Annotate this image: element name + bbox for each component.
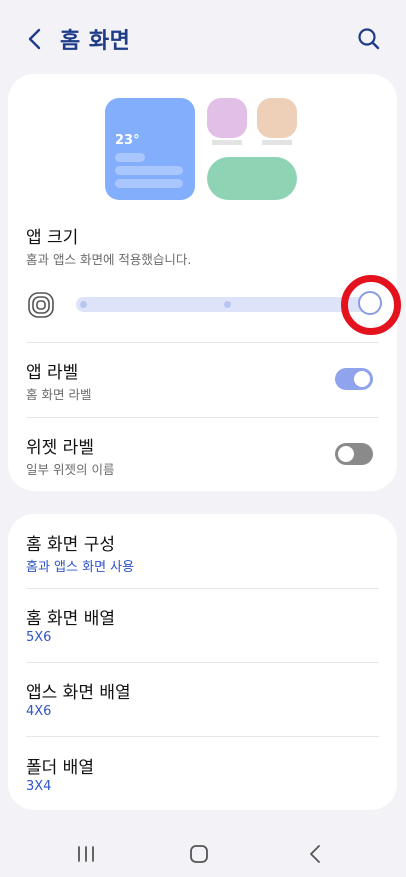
highlight-circle (341, 275, 401, 335)
divider (26, 588, 379, 589)
app-header: 홈 화면 (0, 0, 406, 78)
home-icon (190, 845, 208, 863)
preview-app-label (262, 140, 292, 145)
settings-item-title: 홈 화면 배열 (26, 609, 116, 629)
preview-temperature: 23° (115, 133, 140, 148)
app-size-icon (28, 292, 54, 318)
toggle-knob (354, 371, 370, 387)
divider (26, 662, 379, 663)
settings-item-title: 홈 화면 구성 (26, 535, 116, 555)
system-nav-bar (0, 823, 406, 877)
page-title: 홈 화면 (60, 29, 131, 54)
preview-bar (115, 153, 145, 162)
slider-tick (80, 301, 87, 308)
preview-bar (115, 179, 183, 188)
settings-item-title: 앱스 화면 배열 (26, 683, 131, 703)
settings-item-value: 홈과 앱스 화면 사용 (26, 560, 135, 575)
settings-item-value: 4X6 (26, 704, 52, 719)
app-label-toggle[interactable] (335, 368, 373, 390)
recents-button[interactable] (73, 843, 99, 865)
divider (26, 736, 379, 737)
app-label-subtitle: 홈 화면 라벨 (26, 387, 92, 402)
divider (26, 342, 379, 343)
settings-item-value: 5X6 (26, 630, 52, 645)
home-button[interactable] (186, 843, 212, 865)
widget-label-toggle[interactable] (335, 443, 373, 465)
settings-item-title: 폴더 배열 (26, 758, 94, 778)
preview-widget (207, 157, 297, 200)
app-settings-card: 23° 앱 크기 홈과 앱스 화면에 적용했습니다. 앱 라벨 홈 화면 라벨 … (8, 74, 401, 491)
app-size-slider[interactable] (76, 297, 372, 312)
preview-app-icon (207, 98, 247, 138)
preview-bar (115, 166, 183, 175)
back-nav-button[interactable] (303, 843, 329, 865)
search-icon (358, 28, 380, 50)
widget-label-title: 위젯 라벨 (26, 438, 94, 458)
toggle-knob (338, 446, 354, 462)
app-size-subtitle: 홈과 앱스 화면에 적용했습니다. (26, 252, 192, 267)
layout-settings-card: 홈 화면 구성 홈과 앱스 화면 사용 홈 화면 배열 5X6 앱스 화면 배열… (8, 514, 397, 810)
search-button[interactable] (356, 26, 382, 52)
recents-icon (78, 846, 94, 862)
back-icon (310, 845, 320, 863)
slider-tick (224, 301, 231, 308)
preview-app-label (212, 140, 242, 145)
app-size-title: 앱 크기 (26, 228, 79, 248)
settings-item-value: 3X4 (26, 779, 52, 794)
preview-weather-widget: 23° (105, 98, 195, 200)
chevron-left-icon (28, 28, 41, 50)
app-label-title: 앱 라벨 (26, 363, 79, 383)
preview-app-icon (257, 98, 297, 138)
back-button[interactable] (20, 24, 48, 54)
widget-label-subtitle: 일부 위젯의 이름 (26, 462, 115, 477)
divider (26, 417, 379, 418)
